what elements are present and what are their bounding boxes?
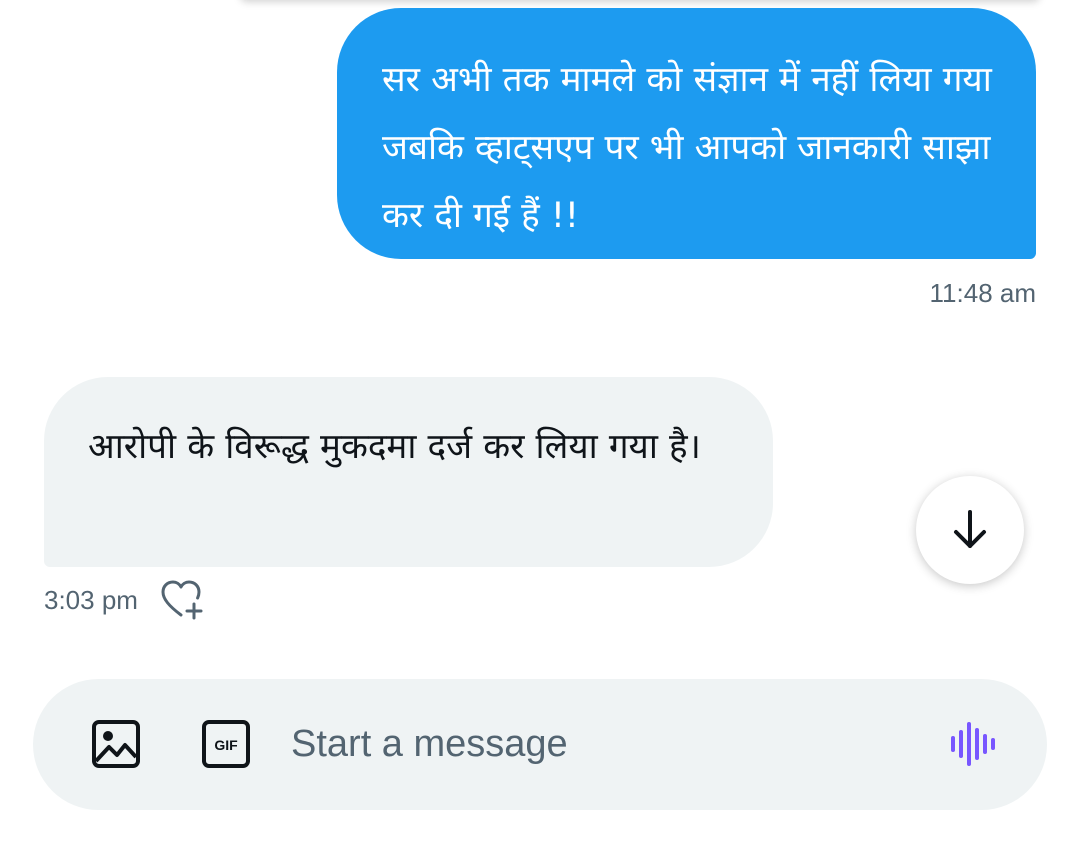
message-composer: GIF: [33, 679, 1047, 810]
received-message-meta: 3:03 pm: [44, 580, 208, 620]
sent-message-bubble[interactable]: सर अभी तक मामले को संज्ञान में नहीं लिया…: [337, 8, 1036, 259]
dm-conversation: सर अभी तक मामले को संज्ञान में नहीं लिया…: [0, 0, 1080, 841]
received-message-text: आरोपी के विरूद्ध मुकदमा दर्ज कर लिया गया…: [88, 427, 701, 467]
received-message-bubble[interactable]: आरोपी के विरूद्ध मुकदमा दर्ज कर लिया गया…: [44, 377, 773, 567]
gif-icon: GIF: [202, 720, 250, 768]
add-media-button[interactable]: [90, 718, 142, 770]
add-gif-button[interactable]: GIF: [200, 718, 252, 770]
received-message-timestamp: 3:03 pm: [44, 584, 138, 615]
sent-message-timestamp: 11:48 am: [929, 278, 1036, 308]
heart-plus-icon: [161, 580, 203, 620]
message-input[interactable]: [291, 715, 911, 773]
voice-message-button[interactable]: [947, 718, 999, 770]
add-reaction-button[interactable]: [160, 580, 208, 620]
scroll-to-bottom-button[interactable]: [916, 476, 1024, 584]
voice-message-icon: [951, 722, 995, 766]
image-icon: [92, 720, 140, 768]
sent-message-text: सर अभी तक मामले को संज्ञान में नहीं लिया…: [382, 60, 992, 236]
svg-text:GIF: GIF: [214, 737, 238, 753]
arrow-down-icon: [954, 510, 986, 548]
